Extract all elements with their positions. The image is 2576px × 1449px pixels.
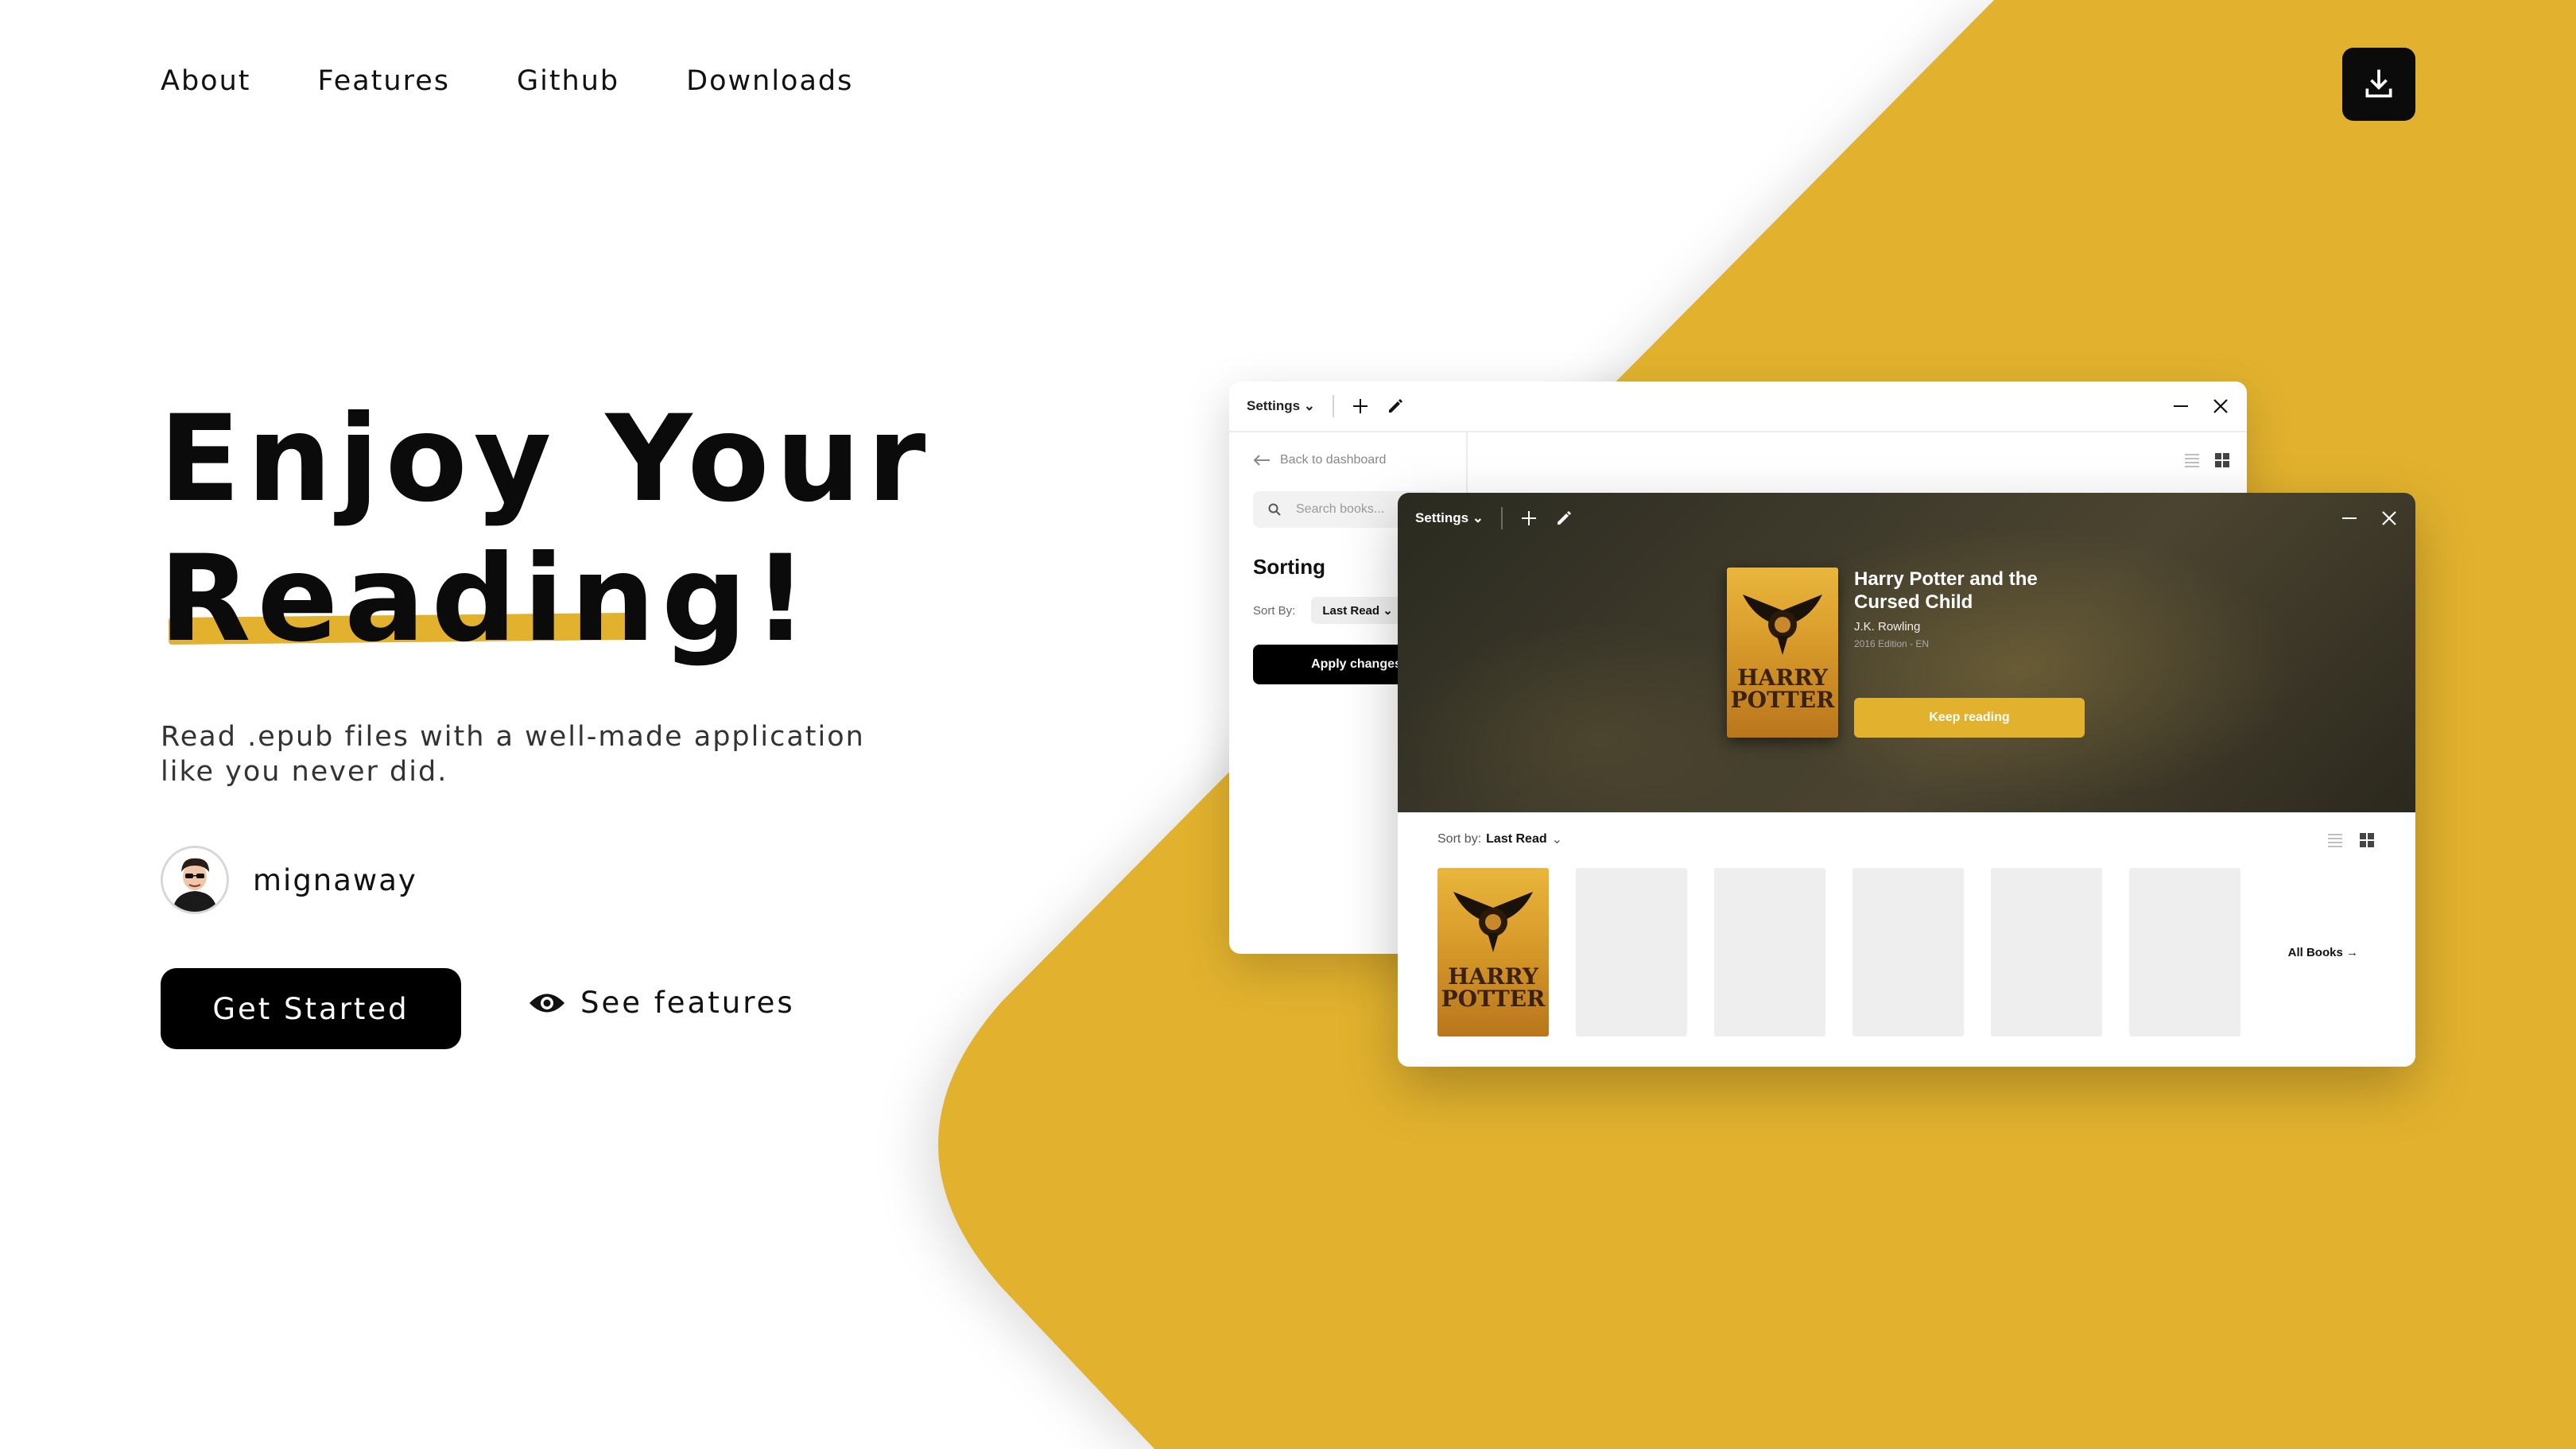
book-author: J.K. Rowling [1854,620,1921,633]
hero-title-exclamation: ! [753,530,814,668]
get-started-button[interactable]: Get Started [161,968,461,1049]
eye-icon [530,994,564,1012]
bird-emblem-icon [1453,892,1533,952]
arrow-left-icon [1253,455,1270,466]
settings-menu[interactable]: Settings ⌄ [1247,398,1315,414]
book-placeholder [1991,868,2102,1036]
nav-github-link[interactable]: Github [517,65,619,97]
search-icon [1268,503,1281,516]
nav-features-link[interactable]: Features [317,65,450,97]
chevron-down-icon: ⌄ [1551,833,1563,847]
search-placeholder: Search books... [1296,502,1385,516]
settings-menu-label: Settings [1247,398,1301,413]
settings-menu-label: Settings [1415,510,1469,525]
all-books-link[interactable]: All Books → [2288,946,2358,959]
back-link-label: Back to dashboard [1280,453,1387,467]
book-edition: 2016 Edition - EN [1854,638,1930,649]
sort-by-value: Last Read [1322,604,1380,618]
minimize-icon[interactable] [2341,509,2358,527]
app-window-dashboard: HARRY POTTER Harry Potter and the Cursed… [1398,493,2415,1067]
see-features-label: See features [580,986,795,1020]
close-icon[interactable] [2212,397,2229,415]
sort-by-label: Sort by: [1437,832,1482,846]
grid-view-icon[interactable] [2358,831,2376,849]
hero-title-line1: Enjoy Your [159,390,933,529]
titlebar-separator [1501,507,1503,529]
featured-book-info: Harry Potter and the Cursed Child J.K. R… [1854,568,2109,649]
download-icon [2365,69,2392,98]
plus-icon[interactable] [1520,509,1538,527]
back-to-dashboard-link[interactable]: Back to dashboard [1253,453,1442,467]
hero-title-line2: Reading! [159,529,932,669]
view-toggle [2326,831,2376,849]
hero-title-highlight-word: Reading [159,530,754,668]
sort-by-label: Sort By: [1253,603,1296,618]
list-view-icon[interactable] [2326,831,2344,849]
main-nav: About Features Github Downloads [161,65,853,97]
avatar-illustration [163,848,227,912]
library-section: Sort by: Last Read ⌄ HARRY POTTER All Bo… [1398,812,2415,1067]
chevron-down-icon: ⌄ [1303,398,1316,413]
sort-by-select[interactable]: Last Read ⌄ [1311,597,1404,624]
list-view-icon[interactable] [2183,451,2201,469]
window-titlebar: Settings ⌄ [1398,493,2415,544]
book-placeholder [2129,868,2240,1036]
titlebar-separator [1333,395,1335,417]
keep-reading-button[interactable]: Keep reading [1854,698,2085,738]
pencil-icon[interactable] [1387,397,1404,415]
featured-book-cover[interactable]: HARRY POTTER [1727,568,1838,738]
view-toggle [2183,451,2231,469]
book-card[interactable]: HARRY POTTER [1437,868,1549,1036]
download-button[interactable] [2342,48,2415,121]
bird-emblem-icon [1743,595,1822,655]
book-shelf: HARRY POTTER [1437,868,2240,1036]
book-title: Harry Potter and the Cursed Child [1854,568,2038,613]
minimize-icon[interactable] [2172,397,2190,415]
hero-title: Enjoy Your Reading! [159,389,932,669]
close-icon[interactable] [2380,509,2398,527]
chevron-down-icon: ⌄ [1472,510,1484,525]
cover-title-2: POTTER [1441,986,1546,1012]
chevron-down-icon: ⌄ [1383,604,1393,618]
nav-downloads-link[interactable]: Downloads [686,65,853,97]
book-placeholder [1576,868,1687,1036]
plus-icon[interactable] [1352,397,1369,415]
book-placeholder [1852,868,1964,1036]
author[interactable]: mignaway [161,846,417,914]
see-features-button[interactable]: See features [528,986,795,1020]
settings-menu[interactable]: Settings ⌄ [1415,510,1484,526]
hero-subtitle: Read .epub files with a well-made applic… [161,721,865,788]
pencil-icon[interactable] [1555,509,1573,527]
author-name: mignaway [253,862,417,897]
nav-about-link[interactable]: About [161,65,250,97]
grid-view-icon[interactable] [2213,451,2231,469]
cover-title-2: POTTER [1730,687,1835,713]
sort-by-control[interactable]: Sort by: Last Read ⌄ [1437,831,1562,847]
sort-by-value: Last Read [1486,832,1547,846]
avatar [161,846,229,914]
window-titlebar: Settings ⌄ [1229,382,2247,432]
book-placeholder [1714,868,1825,1036]
